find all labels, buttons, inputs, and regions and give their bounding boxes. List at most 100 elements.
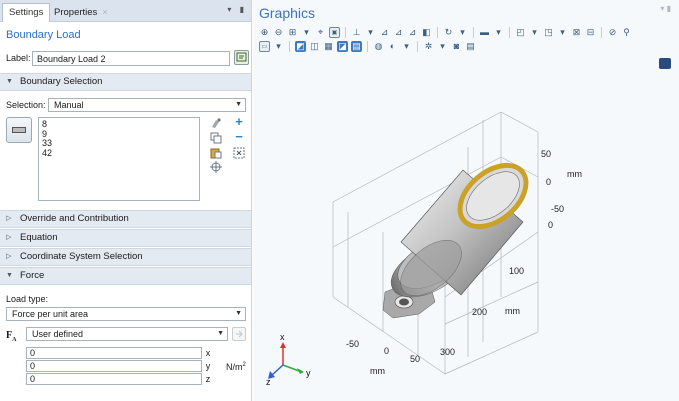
list-item[interactable]: 33 [39,138,199,149]
build-icon[interactable]: ◍ [373,41,384,52]
reset-label-button[interactable] [234,50,249,65]
force-symbol-subscript: A [12,337,17,343]
tick-label: 0 [384,346,389,356]
go-to-source-button[interactable] [232,327,246,341]
dropdown-arrow-icon[interactable]: ▾ [529,27,540,38]
section-label: Equation [20,232,58,243]
graphics-toolbar-row-1: ⊕ ⊖ ⊞ ▾ ⌖ ▣ ⊥ ▾ ⊿ ⊿ ⊿ ◧ ↻ ▾ ▬ ▾ ◰ ▾ ◳ ▾ … [259,26,632,38]
section-force[interactable]: ▼ Force [0,267,251,285]
node-title: Boundary Load [6,29,81,41]
graphics-panel: Graphics ▾ ▮ ⊕ ⊖ ⊞ ▾ ⌖ ▣ ⊥ ▾ ⊿ ⊿ ⊿ ◧ ↻ ▾… [253,0,679,401]
dropdown-arrow-icon[interactable]: ▾ [437,41,448,52]
tick-label: 200 [472,307,487,317]
section-boundary-selection[interactable]: ▼ Boundary Selection [0,73,251,91]
select-box-icon[interactable]: ⊠ [571,27,582,38]
load-type-value: Force per unit area [12,309,89,319]
label-input[interactable]: Boundary Load 2 [32,51,230,66]
paste-selection-icon[interactable] [210,147,222,159]
palette-icon[interactable]: ◐ [387,41,398,52]
camera-view-icon[interactable]: ◧ [421,27,432,38]
print-icon[interactable]: ▤ [465,41,476,52]
zoom-out-icon[interactable]: ⊖ [273,27,284,38]
selection-dropdown[interactable]: Manual ▼ [48,98,246,112]
dropdown-arrow-icon[interactable]: ▾ [557,27,568,38]
show-icon[interactable]: ⚲ [621,27,632,38]
selection-row: Selection: Manual ▼ [6,98,246,112]
orthographic-icon[interactable]: ⊥ [351,27,362,38]
label-row: Label: Boundary Load 2 [6,50,249,67]
section-coordinate-system[interactable]: ▷ Coordinate System Selection [0,248,251,266]
add-icon[interactable]: + [233,115,245,128]
active-selection-toggle[interactable] [6,117,32,143]
dropdown-arrow-icon[interactable]: ▾ [457,27,468,38]
tick-label: 100 [509,266,524,276]
dropdown-arrow-icon[interactable]: ▾ [273,41,284,52]
section-override-contribution[interactable]: ▷ Override and Contribution [0,210,251,228]
list-item[interactable]: 8 [39,119,199,130]
select-objects-icon[interactable]: ◰ [515,27,526,38]
load-type-dropdown[interactable]: Force per unit area ▼ [6,307,246,321]
selection-list[interactable]: 8 9 33 42 [38,117,200,201]
boundary-icon [12,127,26,133]
tick-label: -50 [551,204,564,214]
tick-label: 50 [410,354,420,364]
dropdown-arrow-icon[interactable]: ▾ [365,27,376,38]
clear-selection-icon[interactable] [233,147,245,159]
axis-x-label: x [205,348,211,358]
chevron-down-icon: ▼ [217,330,224,337]
hide-icon[interactable]: ⊘ [607,27,618,38]
show-axis-icon[interactable]: ◪ [337,40,348,52]
select-boundaries-icon[interactable]: ◳ [543,27,554,38]
view-xz-icon[interactable]: ⊿ [407,27,418,38]
close-icon[interactable]: × [102,7,107,17]
force-y-input[interactable]: 0 [26,360,202,372]
panel-menu-icon[interactable]: ▾ ▮ [660,4,671,13]
force-x-input[interactable]: 0 [26,347,202,359]
render-mode-icon[interactable]: ▬ [479,27,490,38]
list-item[interactable]: 42 [39,148,199,159]
transparency-icon[interactable]: ◫ [309,41,320,52]
zoom-in-icon[interactable]: ⊕ [259,27,270,38]
dropdown-arrow-icon[interactable]: ▾ [493,27,504,38]
label-reset-icon [236,52,247,62]
tab-settings[interactable]: Settings [2,3,51,22]
panel-menu-icon[interactable]: ▾ ▮ [227,5,247,14]
dropdown-arrow-icon[interactable]: ▾ [401,41,412,52]
label-caption: Label: [6,53,31,63]
copy-selection-icon[interactable] [210,132,222,144]
list-item[interactable]: 9 [39,129,199,140]
selection-caption: Selection: [6,100,46,110]
section-label: Override and Contribution [20,213,129,224]
paint-select-icon[interactable] [210,117,222,129]
force-symbol: FA [6,330,16,343]
view-xy-icon[interactable]: ⊿ [379,27,390,38]
axis-unit-label: mm [505,306,520,316]
force-source-dropdown[interactable]: User defined ▼ [26,327,228,341]
axis-unit-label: mm [370,366,385,376]
expanded-arrow-icon: ▼ [6,78,13,85]
section-equation[interactable]: ▷ Equation [0,229,251,247]
tab-properties[interactable]: Properties × [48,3,114,22]
tick-label: 0 [548,220,553,230]
zoom-extents-icon[interactable]: ▣ [329,26,340,38]
view-yz-icon[interactable]: ⊿ [393,27,404,38]
chevron-down-icon: ▼ [235,101,242,108]
wireframe-icon[interactable]: ◩ [295,40,306,52]
triad-y-label: y [306,368,311,378]
zoom-box-icon[interactable]: ⊞ [287,27,298,38]
camera-icon[interactable]: ◙ [451,41,462,52]
dropdown-arrow-icon[interactable]: ▾ [301,27,312,38]
reset-view-icon[interactable]: ↻ [443,27,454,38]
remove-icon[interactable]: − [233,130,245,143]
settings-gear-icon[interactable]: ✲ [423,41,434,52]
zoom-selected-icon[interactable]: ⌖ [315,27,326,38]
show-grid-icon[interactable]: ▦ [323,41,334,52]
graphics-canvas[interactable]: 50 0 mm -50 0 100 200 mm 300 -50 0 50 mm… [253,52,679,401]
scene-light-icon[interactable]: ▭ [259,40,270,52]
selection-dropdown-value: Manual [54,100,84,110]
section-label: Boundary Selection [20,76,103,87]
show-labels-icon[interactable]: ▤ [351,40,362,52]
deselect-icon[interactable]: ⊟ [585,27,596,38]
zoom-to-selection-icon[interactable] [210,161,222,173]
force-z-input[interactable]: 0 [26,373,202,385]
